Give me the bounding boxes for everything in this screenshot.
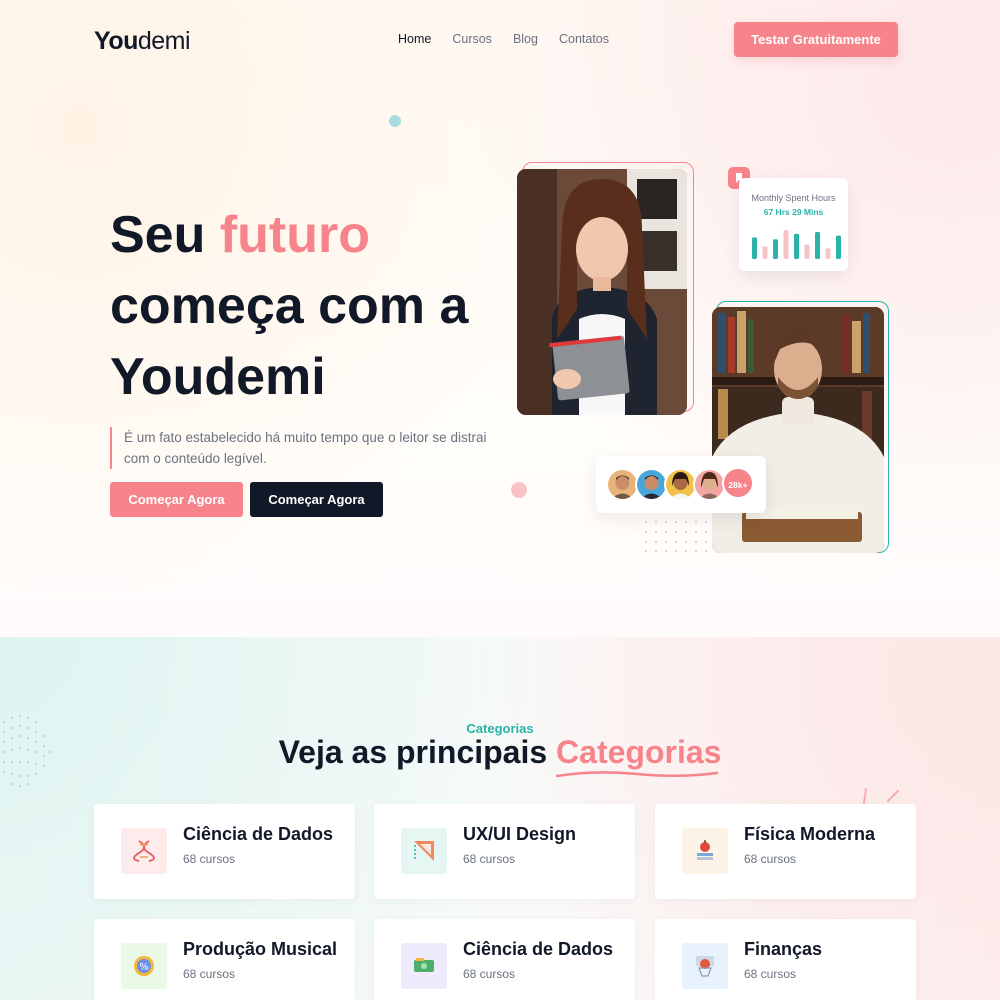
start-now-button[interactable]: Começar Agora (110, 482, 243, 517)
hours-bar (794, 233, 799, 259)
category-title: Produção Musical (183, 939, 338, 959)
nav-link-cursos[interactable]: Cursos (452, 32, 492, 46)
category-title: Finanças (744, 939, 823, 959)
category-card[interactable]: Ciência de Dados 68 cursos (94, 804, 355, 899)
nav-link-contatos[interactable]: Contatos (559, 32, 609, 46)
hero-title-accent: futuro (219, 206, 370, 264)
main-nav: Home Cursos Blog Contatos (398, 32, 609, 46)
hours-bar (804, 244, 810, 259)
category-count: 68 cursos (183, 852, 236, 866)
category-card[interactable]: UX/UI Design 68 cursos (374, 804, 635, 899)
hours-bar (825, 248, 831, 259)
category-card[interactable]: Física Moderna 68 cursos (655, 804, 916, 899)
hours-bar (783, 230, 789, 259)
categories-title-accent: Categorias (556, 734, 722, 770)
category-card[interactable]: % Produção Musical 68 cursos (94, 919, 355, 1000)
hero-title-part1: Seu (110, 206, 220, 264)
nav-link-blog[interactable]: Blog (513, 32, 538, 46)
decor-dot-pink (511, 482, 527, 498)
nav-link-home[interactable]: Home (398, 32, 431, 46)
percent-badge-icon: % (121, 943, 167, 989)
category-count: 68 cursos (183, 967, 236, 981)
decor-dot-grid (645, 521, 707, 552)
money-bill-icon (401, 943, 447, 989)
start-now-dark-button[interactable]: Começar Agora (250, 482, 383, 517)
title-underline-scribble (555, 771, 719, 778)
category-count: 68 cursos (463, 852, 516, 866)
hours-bar (762, 246, 768, 259)
category-title: Física Moderna (744, 824, 876, 844)
brand-logo[interactable]: Youdemi (94, 27, 191, 56)
brand-logo-light: demi (137, 27, 191, 55)
student-man-image (712, 307, 884, 553)
basketball-hoop-icon (682, 943, 728, 989)
category-card[interactable]: Ciência de Dados 68 cursos (374, 919, 635, 1000)
categories-title-part1: Veja as principais (278, 734, 557, 770)
category-card[interactable]: Finanças 68 cursos (655, 919, 916, 1000)
hero-description: É um fato estabelecido há muito tempo qu… (110, 427, 500, 469)
hero-title: Seu futuro começa com a Youdemi (110, 200, 510, 413)
hero-section: Youdemi Home Cursos Blog Contatos Testar… (0, 0, 1000, 637)
category-count: 68 cursos (463, 967, 516, 981)
category-count: 68 cursos (744, 967, 797, 981)
hours-bar (773, 239, 778, 259)
design-ruler-icon (401, 828, 447, 874)
categories-title: Veja as principais Categorias (0, 734, 1000, 771)
student-man-photo (712, 307, 884, 553)
category-title: Ciência de Dados (463, 939, 614, 959)
apple-books-icon (682, 828, 728, 874)
dna-icon (121, 828, 167, 874)
hours-bar (815, 232, 820, 259)
avatar (693, 468, 726, 501)
decor-dot-teal (389, 115, 401, 127)
category-count: 68 cursos (744, 852, 797, 866)
student-woman-photo (517, 169, 687, 415)
category-title: UX/UI Design (463, 824, 577, 844)
students-count-badge: 28k+ (722, 467, 754, 499)
hours-bar (752, 237, 757, 259)
monthly-hours-bars (752, 230, 841, 259)
svg-text:%: % (139, 962, 149, 973)
student-woman-image (517, 169, 687, 415)
category-title: Ciência de Dados (183, 824, 334, 844)
hours-bar (836, 235, 841, 259)
hero-title-part2: começa com a Youdemi (110, 277, 469, 406)
monthly-hours-card: Monthly Spent Hours 67 Hrs 29 Mins (739, 178, 848, 271)
free-trial-button[interactable]: Testar Gratuitamente (734, 22, 898, 57)
brand-logo-bold: You (94, 27, 138, 55)
